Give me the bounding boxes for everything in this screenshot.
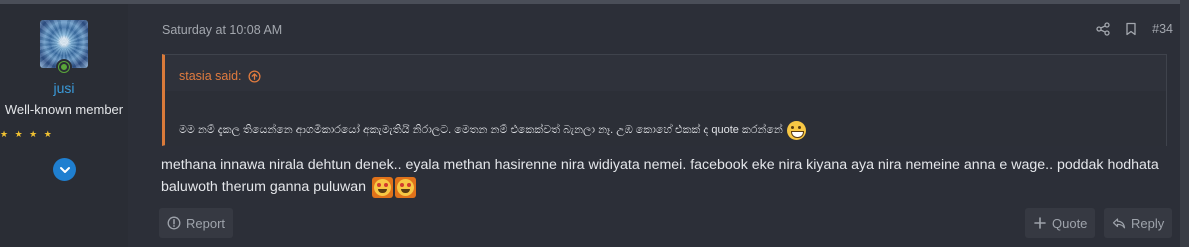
quote-text: මම නම් දැකල තියෙන්නෙ ආගමිකාරයෝ අකැමැතියි… (179, 123, 783, 136)
warning-circle-icon (167, 216, 181, 230)
heart-eyes-emoji-icon (395, 176, 417, 198)
quote-label: Quote (1052, 215, 1088, 231)
username-link[interactable]: jusi (0, 80, 128, 96)
bookmark-icon[interactable] (1124, 22, 1138, 36)
plus-icon (1034, 217, 1046, 229)
expand-user-info-button[interactable] (53, 158, 76, 181)
post-number-link[interactable]: #34 (1152, 22, 1173, 36)
chevron-down-icon (59, 166, 70, 173)
post-message: methana innawa nirala dehtun denek.. eya… (161, 154, 1171, 198)
post-timestamp[interactable]: Saturday at 10:08 AM (162, 23, 282, 37)
quote-header[interactable]: stasia said: (179, 69, 261, 83)
report-button[interactable]: Report (159, 208, 234, 238)
online-status-icon (56, 59, 72, 75)
user-title: Well-known member (4, 102, 124, 117)
quote-author[interactable]: stasia said: (179, 69, 242, 83)
rating-stars: ★ ★ ★ ★ (0, 129, 54, 139)
report-label: Report (186, 215, 226, 231)
quote-content: මම නම් දැකල තියෙන්නෙ ආගමිකාරයෝ අකැමැතියි… (165, 91, 1166, 146)
heart-eyes-emoji-icon (372, 176, 394, 198)
grinning-sweat-emoji-icon (786, 120, 806, 140)
post-main: Saturday at 10:08 AM #34 stasia said: මම… (145, 4, 1180, 247)
reply-arrow-icon (1112, 218, 1126, 229)
reply-button[interactable]: Reply (1104, 208, 1173, 238)
reply-label: Reply (1131, 215, 1165, 231)
scroll-edge (1180, 0, 1189, 247)
quote-button[interactable]: Quote (1025, 208, 1096, 238)
post-header-actions: #34 (1096, 22, 1180, 36)
quote-block: stasia said: මම නම් දැකල තියෙන්නෙ ආගමිකා… (162, 54, 1167, 146)
user-panel: jusi Well-known member ★ ★ ★ ★ (0, 4, 128, 247)
arrow-up-circle-icon[interactable] (247, 69, 261, 83)
message-text: methana innawa nirala dehtun denek.. eya… (161, 157, 1159, 195)
share-icon[interactable] (1096, 22, 1110, 36)
